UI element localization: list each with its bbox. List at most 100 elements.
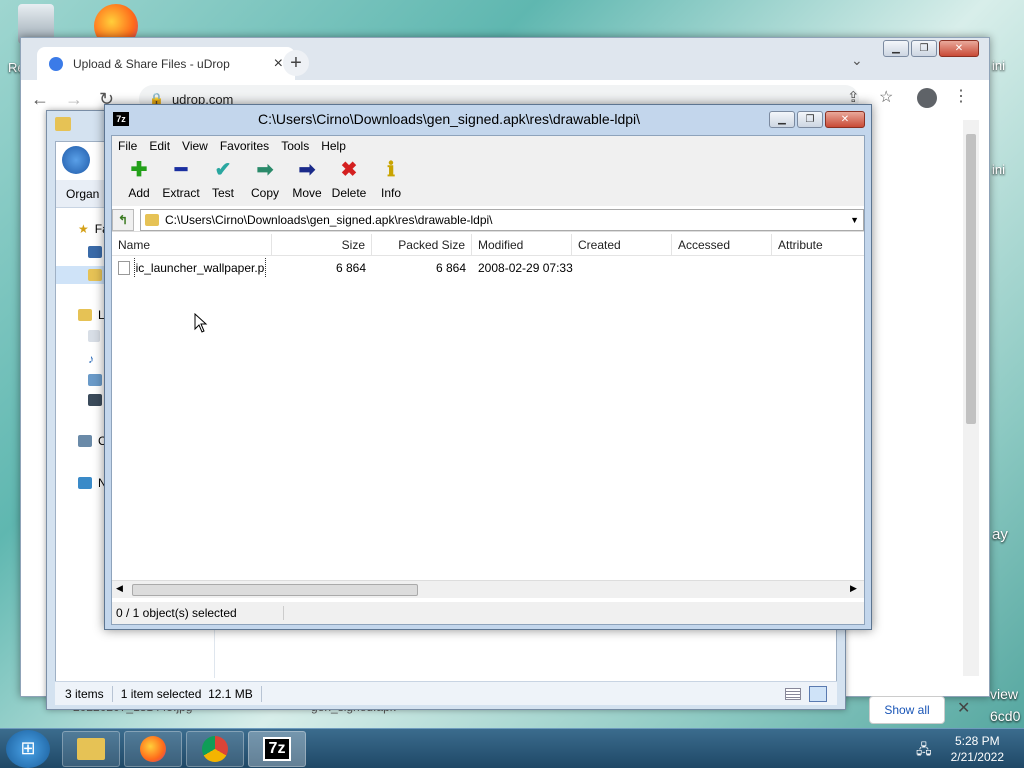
minimize-button[interactable]: ▁ — [883, 40, 909, 57]
status-divider — [111, 685, 113, 702]
menu-view[interactable]: View — [176, 139, 214, 153]
bookmark-star-icon[interactable]: ☆ — [879, 87, 893, 107]
scroll-right-icon[interactable]: ▶ — [850, 583, 857, 594]
window-title: C:\Users\Cirno\Downloads\gen_signed.apk\… — [257, 111, 641, 127]
details-view-icon[interactable] — [785, 687, 801, 700]
delete-icon: ✖ — [340, 159, 358, 181]
chrome-tabstrip: Upload & Share Files - uDrop × + ▁ ❐ ✕ ⌄ — [21, 38, 989, 80]
col-created[interactable]: Created — [572, 234, 672, 256]
file-accessed-cell — [672, 258, 772, 278]
add-button[interactable]: ✚ Add — [118, 156, 160, 200]
toolbar: ✚ Add ━ Extract ✔ Test ➡ Copy ➡ Move ✖ Delete … — [112, 156, 864, 206]
start-button[interactable]: ⊞ — [6, 729, 50, 768]
test-button[interactable]: ✔ Test — [202, 156, 244, 200]
desktop-icon — [88, 246, 102, 258]
info-icon: ℹ — [387, 159, 395, 181]
menu-edit[interactable]: Edit — [143, 139, 176, 153]
col-attributes[interactable]: Attribute — [772, 234, 864, 256]
col-size[interactable]: Size — [272, 234, 372, 256]
close-button[interactable]: ✕ — [939, 40, 979, 57]
network-tray-icon[interactable]: 🖧 — [916, 739, 932, 763]
close-download-bar-icon[interactable]: ✕ — [957, 698, 970, 718]
nav-documents[interactable] — [88, 330, 100, 342]
delete-button[interactable]: ✖ Delete — [328, 156, 370, 200]
menu-file[interactable]: File — [112, 139, 143, 153]
nav-pictures[interactable] — [88, 374, 102, 386]
taskbar-explorer[interactable] — [62, 730, 120, 767]
forward-icon[interactable]: → — [65, 89, 83, 110]
desktop-side-text: ini — [992, 58, 1006, 73]
address-row: ↰ C:\Users\Cirno\Downloads\gen_signed.ap… — [112, 208, 864, 232]
tab-udrop[interactable]: Upload & Share Files - uDrop × — [37, 47, 295, 80]
path-field[interactable]: C:\Users\Cirno\Downloads\gen_signed.apk\… — [140, 208, 864, 231]
table-row[interactable]: ic_launcher_wallpaper.p... 6 864 6 864 2… — [112, 258, 864, 278]
chrome-window-controls: ▁ ❐ ✕ — [883, 40, 979, 57]
videos-icon — [88, 394, 102, 406]
tab-search-icon[interactable]: ⌄ — [851, 52, 863, 69]
maximize-button[interactable]: ❐ — [797, 110, 823, 128]
file-size-cell: 6 864 — [335, 261, 366, 275]
explorer-status-bar: 3 items 1 item selected 12.1 MB — [55, 681, 837, 705]
desktop-side-text: view — [990, 686, 1019, 702]
new-tab-button[interactable]: + — [283, 50, 309, 76]
close-button[interactable]: ✕ — [825, 110, 865, 128]
path-text: C:\Users\Cirno\Downloads\gen_signed.apk\… — [165, 212, 493, 227]
udrop-favicon-icon — [49, 56, 63, 71]
desktop-side-text: ini — [992, 162, 1006, 177]
back-circle-button[interactable] — [62, 146, 90, 174]
taskbar: ⊞ 7z 🖧 5:28 PM 2/21/2022 — [0, 728, 1024, 768]
maximize-button[interactable]: ❐ — [911, 40, 937, 57]
clock-date: 2/21/2022 — [950, 750, 1004, 764]
downloads-folder-icon — [88, 269, 102, 281]
menu-bar: File Edit View Favorites Tools Help — [112, 136, 864, 156]
scroll-thumb[interactable] — [966, 134, 976, 424]
explorer-folder-icon — [55, 117, 71, 131]
back-icon[interactable]: ← — [31, 89, 49, 110]
taskbar-7zip[interactable]: 7z — [248, 730, 306, 767]
status-divider — [260, 685, 262, 702]
scroll-thumb[interactable] — [132, 584, 418, 596]
col-accessed[interactable]: Accessed — [672, 234, 772, 256]
sevenzip-logo-icon: 7z — [113, 112, 129, 126]
info-button[interactable]: ℹ Info — [370, 156, 412, 200]
menu-help[interactable]: Help — [315, 139, 352, 153]
menu-favorites[interactable]: Favorites — [214, 139, 275, 153]
desktop-side-text: 6cd0 — [990, 708, 1021, 724]
page-scrollbar[interactable] — [963, 120, 979, 676]
extract-button[interactable]: ━ Extract — [160, 156, 202, 200]
menu-tools[interactable]: Tools — [275, 139, 315, 153]
test-icon: ✔ — [214, 159, 232, 181]
minimize-button[interactable]: ▁ — [769, 110, 795, 128]
col-name[interactable]: Name — [112, 234, 272, 256]
horizontal-scrollbar[interactable]: ◀ ▶ — [112, 580, 864, 598]
nav-music[interactable]: ♪ — [88, 352, 94, 366]
tab-close-icon[interactable]: × — [274, 55, 283, 73]
copy-button[interactable]: ➡ Copy — [244, 156, 286, 200]
chrome-menu-icon[interactable]: ⋮ — [953, 86, 969, 106]
pictures-icon — [88, 374, 102, 386]
file-icon — [118, 261, 130, 275]
taskbar-firefox[interactable] — [124, 730, 182, 767]
nav-desktop[interactable] — [88, 246, 102, 258]
move-button[interactable]: ➡ Move — [286, 156, 328, 200]
nav-libraries[interactable]: Li — [78, 308, 107, 322]
organize-menu[interactable]: Organ — [66, 187, 99, 201]
scroll-left-icon[interactable]: ◀ — [116, 583, 123, 594]
column-header-row: Name Size Packed Size Modified Created A… — [112, 234, 864, 256]
preview-view-icon[interactable] — [809, 685, 827, 702]
status-item-count: 3 items — [65, 686, 104, 701]
up-folder-button[interactable]: ↰ — [112, 208, 134, 231]
profile-avatar-icon[interactable] — [917, 88, 937, 108]
taskbar-chrome[interactable] — [186, 730, 244, 767]
file-name-cell[interactable]: ic_launcher_wallpaper.p... — [112, 258, 272, 278]
clock[interactable]: 5:28 PM 2/21/2022 — [951, 733, 1004, 765]
col-modified[interactable]: Modified — [472, 234, 572, 256]
show-all-button[interactable]: Show all — [869, 696, 945, 724]
network-icon — [78, 477, 92, 489]
col-packed-size[interactable]: Packed Size — [372, 234, 472, 256]
desktop-side-text: ay — [992, 526, 1008, 543]
file-modified-cell: 2008-02-29 07:33 — [478, 261, 573, 275]
path-dropdown-icon[interactable]: ▼ — [850, 215, 859, 225]
file-attr-cell — [772, 258, 864, 278]
nav-videos[interactable] — [88, 394, 102, 406]
